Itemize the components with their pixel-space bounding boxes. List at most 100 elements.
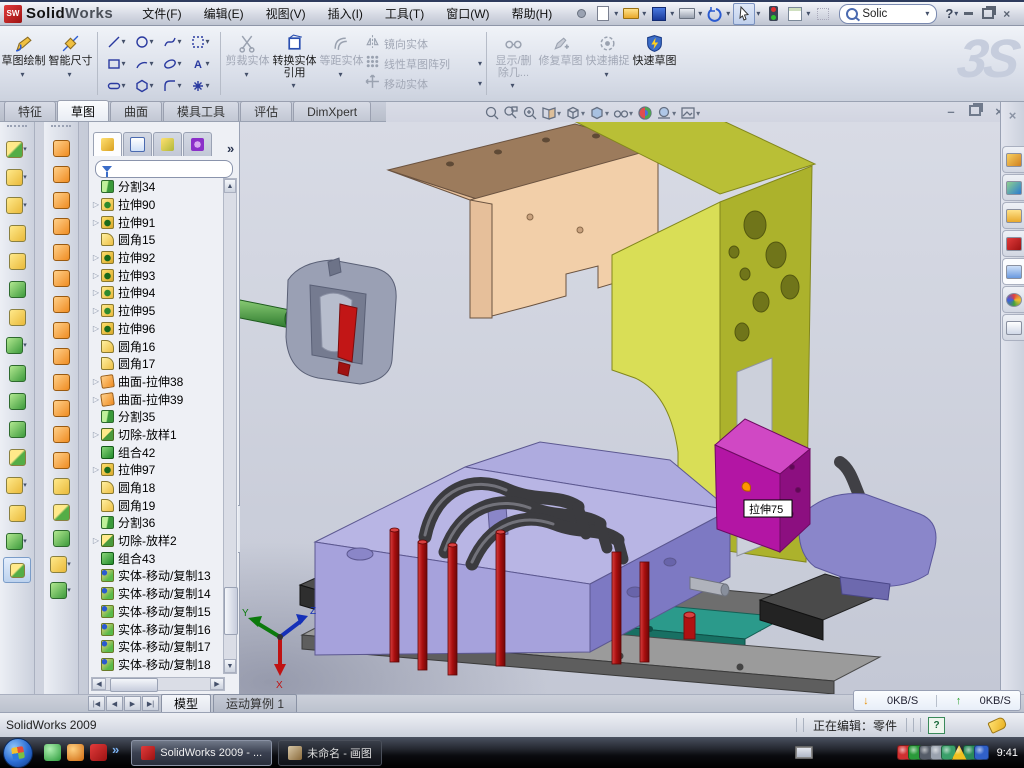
tree-item-实体-移动/复制16[interactable]: 实体-移动/复制16 [91, 620, 225, 638]
sketch-entity-arc[interactable]: ▾ [131, 53, 159, 75]
sketch-entity-text[interactable]: A▾ [187, 53, 215, 75]
start-button[interactable] [3, 738, 33, 768]
nav-previous-button[interactable]: ◀ [106, 696, 123, 711]
fm-overflow-chevron[interactable]: » [227, 141, 234, 156]
network-monitor-widget[interactable]: ↓ 0KB/S ↑ 0KB/S [853, 690, 1021, 711]
tree-item-拉伸95[interactable]: ▷拉伸95 [91, 302, 225, 320]
hud-view-settings[interactable]: ▾ [680, 105, 701, 121]
tool-combine[interactable] [0, 415, 34, 443]
scrollbar-thumb[interactable] [224, 587, 238, 635]
tree-item-分割35[interactable]: 分割35 [91, 408, 225, 426]
tree-item-实体-移动/复制14[interactable]: 实体-移动/复制14 [91, 585, 225, 603]
tree-item-拉伸94[interactable]: ▷拉伸94 [91, 284, 225, 302]
expander-icon[interactable]: ▷ [91, 218, 101, 227]
tool-swept-surface[interactable] [44, 187, 78, 213]
tree-item-圆角19[interactable]: 圆角19 [91, 496, 225, 514]
expander-icon[interactable]: ▷ [91, 430, 101, 439]
tree-item-切除-放样1[interactable]: ▷切除-放样1 [91, 426, 225, 444]
tree-item-实体-移动/复制15[interactable]: 实体-移动/复制15 [91, 603, 225, 621]
open-icon[interactable] [621, 4, 641, 24]
tool-fillet[interactable]: ▾ [0, 191, 34, 219]
expander-icon[interactable]: ▷ [91, 288, 101, 297]
print-icon[interactable] [677, 4, 697, 24]
tool-plane[interactable] [0, 499, 34, 527]
tool-extruded-cut[interactable]: ▾ [0, 163, 34, 191]
tool-planar-surface[interactable] [44, 291, 78, 317]
tool-reference-point[interactable]: ▾ [44, 551, 78, 577]
cm-button-sketch[interactable]: 草图绘制▾ [0, 26, 47, 101]
task-pane-tab-file-explorer[interactable] [1002, 202, 1024, 229]
task-pane-tab-appearances[interactable] [1002, 286, 1024, 313]
tree-item-拉伸90[interactable]: ▷拉伸90 [91, 196, 225, 214]
tool-split[interactable] [0, 387, 34, 415]
open-dropdown-icon[interactable]: ▾ [642, 9, 646, 18]
ghost-icon[interactable] [813, 4, 833, 24]
tray-messenger-status-icon[interactable] [974, 745, 989, 760]
quick-launch-messenger[interactable] [44, 744, 61, 761]
tool-swept-boss[interactable] [0, 219, 34, 247]
tree-item-实体-移动/复制18[interactable]: 实体-移动/复制18 [91, 656, 225, 674]
taskbar-button-SolidWorks 2009 - ...[interactable]: SolidWorks 2009 - ... [131, 740, 272, 766]
command-tab-草图[interactable]: 草图 [57, 100, 109, 121]
fm-tab-featuremanager-tree[interactable] [93, 132, 122, 156]
sketch-dropdown-icon[interactable]: ▾ [20, 70, 24, 79]
tree-item-圆角15[interactable]: 圆角15 [91, 231, 225, 249]
quick-launch-solidworks[interactable] [90, 744, 107, 761]
toolbar-grip[interactable] [7, 125, 27, 132]
cm-button-move-entities[interactable]: 移动实体▾ [365, 74, 483, 94]
hud-zoom-area[interactable] [503, 105, 519, 121]
tree-vertical-scrollbar[interactable]: ▲ ▼ [223, 178, 237, 674]
tool-trim-surface[interactable] [44, 447, 78, 473]
sketch-entity-select-box[interactable]: ▾ [187, 31, 215, 53]
tree-item-实体-移动/复制13[interactable]: 实体-移动/复制13 [91, 567, 225, 585]
expander-icon[interactable]: ▷ [91, 253, 101, 262]
hud-view-orientation[interactable]: ▾ [565, 105, 586, 121]
tree-item-拉伸96[interactable]: ▷拉伸96 [91, 320, 225, 338]
tool-move-copy-body[interactable] [0, 443, 34, 471]
command-tab-DimXpert[interactable]: DimXpert [293, 101, 371, 121]
quick-snaps-dropdown-icon[interactable]: ▾ [604, 70, 608, 79]
scroll-down-icon[interactable]: ▼ [224, 659, 236, 673]
tool-boundary-surface[interactable] [44, 239, 78, 265]
cm-button-rapid-sketch[interactable]: 快速草图 [631, 26, 678, 101]
menu-7[interactable]: 帮助(H) [501, 1, 564, 26]
tool-thicken[interactable] [44, 525, 78, 551]
tree-item-分割34[interactable]: 分割34 [91, 178, 225, 196]
tool-spline-tool[interactable]: ▾ [44, 577, 78, 603]
quick-launch-launcher[interactable] [67, 744, 84, 761]
new-document-dropdown-icon[interactable]: ▾ [614, 9, 618, 18]
tool-reference-geometry[interactable]: ▾ [0, 471, 34, 499]
tool-revolved-surface[interactable] [44, 161, 78, 187]
minimize-button[interactable] [959, 5, 978, 22]
tree-item-实体-移动/复制17[interactable]: 实体-移动/复制17 [91, 638, 225, 656]
expander-icon[interactable]: ▷ [91, 271, 101, 280]
bottom-tab-模型[interactable]: 模型 [161, 694, 211, 712]
new-document-icon[interactable] [593, 4, 613, 24]
command-tab-曲面[interactable]: 曲面 [110, 101, 162, 121]
select-dropdown-icon[interactable]: ▾ [756, 9, 760, 18]
options-list-icon[interactable] [785, 4, 805, 24]
hud-display-style[interactable]: ▾ [589, 105, 610, 121]
expander-icon[interactable]: ▷ [91, 536, 101, 545]
status-help-icon[interactable]: ? [928, 717, 945, 734]
graphics-viewport[interactable]: 拉伸75 Y Z X [240, 122, 1024, 694]
hud-edit-appearance[interactable] [637, 105, 653, 121]
sketch-entity-ellipse[interactable]: ▾ [159, 53, 187, 75]
fm-tab-configurationmanager[interactable] [153, 132, 182, 156]
tool-filled-surface[interactable] [44, 265, 78, 291]
hud-hide-show-items[interactable]: ▾ [613, 105, 634, 121]
command-tab-评估[interactable]: 评估 [240, 101, 292, 121]
bottom-tab-运动算例 1[interactable]: 运动算例 1 [213, 694, 297, 712]
search-dropdown-icon[interactable]: ▾ [925, 9, 929, 18]
command-tab-模具工具[interactable]: 模具工具 [163, 101, 239, 121]
help-button[interactable]: ? [945, 6, 953, 21]
restore-button[interactable] [978, 5, 997, 22]
tree-item-圆角16[interactable]: 圆角16 [91, 337, 225, 355]
tool-knit-surface[interactable] [44, 499, 78, 525]
tool-hole-wizard[interactable] [0, 303, 34, 331]
tree-item-切除-放样2[interactable]: ▷切除-放样2 [91, 532, 225, 550]
tree-item-组合43[interactable]: 组合43 [91, 549, 225, 567]
tree-filter-input[interactable] [95, 160, 233, 178]
tool-offset-surface[interactable] [44, 317, 78, 343]
tree-item-拉伸91[interactable]: ▷拉伸91 [91, 213, 225, 231]
